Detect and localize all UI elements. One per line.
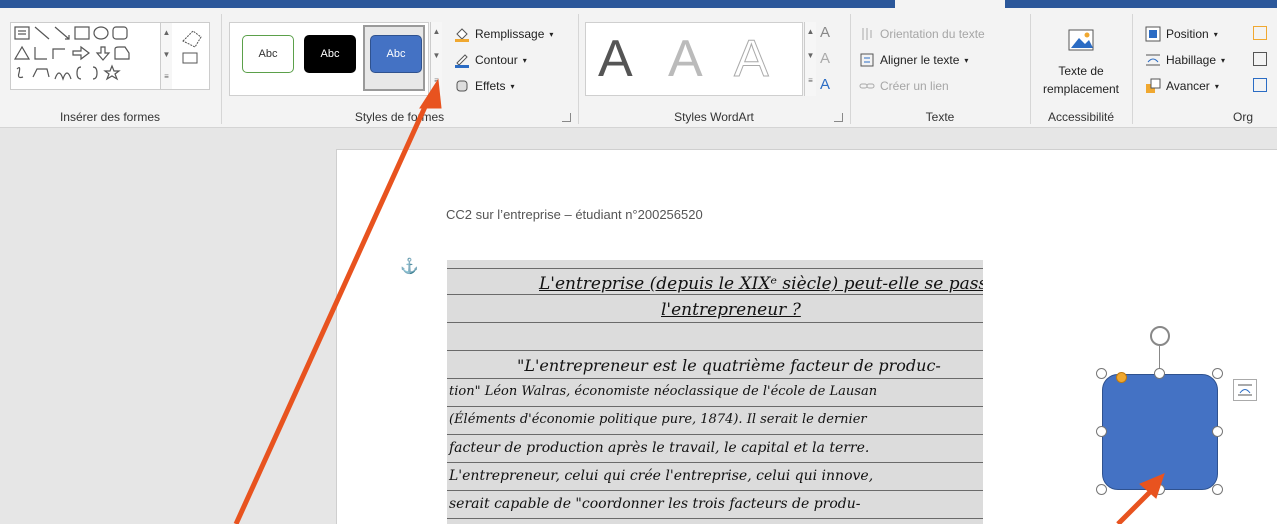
word-window: ▲ ▼ ≡ Insérer des formes Abc Abc Abc ▲ ▼… — [0, 0, 1277, 524]
annotation-arrows — [233, 78, 1165, 524]
arrow-head-left — [419, 78, 442, 109]
arrow-line-left — [233, 96, 432, 524]
arrow-line-right — [1116, 486, 1156, 524]
arrow-head-right — [1139, 473, 1165, 499]
